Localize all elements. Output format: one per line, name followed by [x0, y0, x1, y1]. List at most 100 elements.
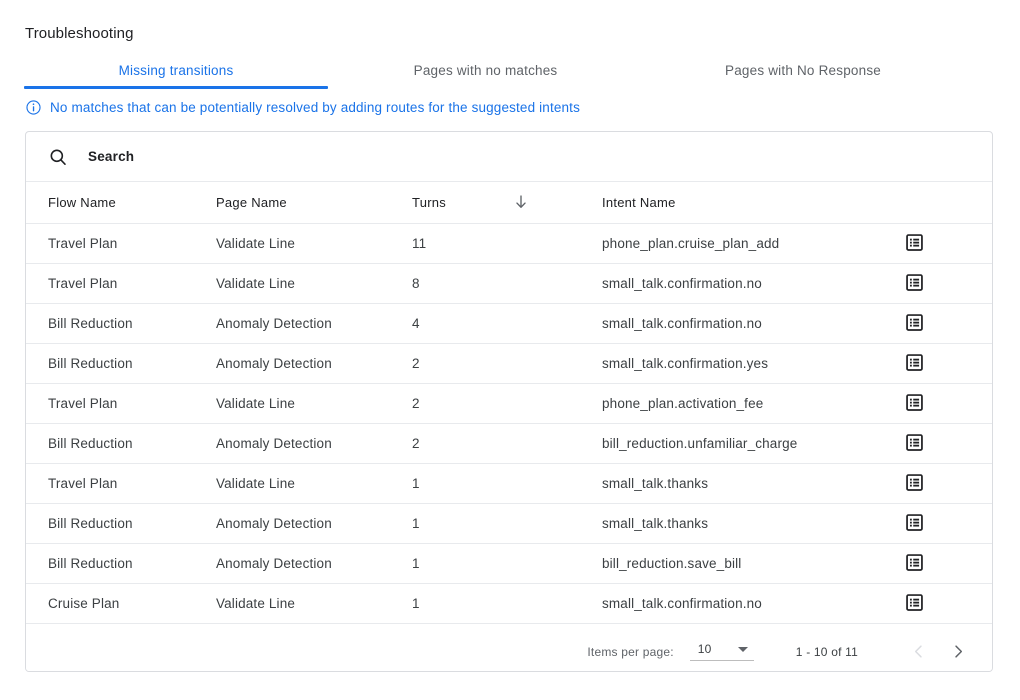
- cell-intent-name: bill_reduction.unfamiliar_charge: [602, 423, 902, 463]
- cell-intent-name: phone_plan.cruise_plan_add: [602, 223, 902, 263]
- cell-actions: [902, 423, 992, 463]
- column-header-page-name[interactable]: Page Name: [216, 182, 412, 223]
- cell-intent-name: small_talk.confirmation.no: [602, 303, 902, 343]
- cell-flow-name: Travel Plan: [26, 263, 216, 303]
- cell-actions: [902, 583, 992, 623]
- cell-intent-name: phone_plan.activation_fee: [602, 383, 902, 423]
- chevron-left-icon: [910, 643, 927, 660]
- cell-intent-name: small_talk.confirmation.no: [602, 583, 902, 623]
- cell-flow-name: Bill Reduction: [26, 423, 216, 463]
- column-header-intent-name[interactable]: Intent Name: [602, 182, 902, 223]
- cell-actions: [902, 263, 992, 303]
- cell-turns: 1: [412, 463, 602, 503]
- page-title: Troubleshooting: [25, 24, 134, 44]
- table-body: Travel PlanValidate Line11phone_plan.cru…: [26, 223, 992, 623]
- tab-label: Pages with No Response: [725, 63, 881, 78]
- cell-flow-name: Travel Plan: [26, 223, 216, 263]
- info-circle-icon: [25, 99, 42, 116]
- table-row[interactable]: Cruise PlanValidate Line1small_talk.conf…: [26, 583, 992, 623]
- column-header-actions: [902, 182, 992, 223]
- cell-turns: 2: [412, 383, 602, 423]
- items-per-page-select[interactable]: 10: [690, 642, 754, 661]
- view-details-button[interactable]: [902, 551, 926, 575]
- view-details-button[interactable]: [902, 391, 926, 415]
- view-details-button[interactable]: [902, 271, 926, 295]
- cell-page-name: Anomaly Detection: [216, 503, 412, 543]
- paginator: Items per page: 10 1 - 10 of 11: [26, 624, 992, 673]
- list-alt-icon: [905, 233, 924, 252]
- list-alt-icon: [905, 313, 924, 332]
- cell-page-name: Anomaly Detection: [216, 343, 412, 383]
- cell-page-name: Validate Line: [216, 583, 412, 623]
- table-header: Flow Name Page Name Turns: [26, 182, 992, 223]
- column-header-label: Intent Name: [602, 195, 676, 210]
- cell-page-name: Validate Line: [216, 263, 412, 303]
- cell-flow-name: Bill Reduction: [26, 303, 216, 343]
- active-tab-indicator: [24, 86, 328, 89]
- column-header-label: Turns: [412, 195, 446, 210]
- list-alt-icon: [905, 553, 924, 572]
- troubleshooting-page: Troubleshooting Missing transitions Page…: [0, 0, 1020, 700]
- list-alt-icon: [905, 273, 924, 292]
- items-per-page-label: Items per page:: [587, 645, 673, 659]
- info-banner-text: No matches that can be potentially resol…: [50, 100, 580, 115]
- cell-page-name: Anomaly Detection: [216, 303, 412, 343]
- view-details-button[interactable]: [902, 351, 926, 375]
- tab-bar: Missing transitions Pages with no matche…: [24, 54, 994, 87]
- cell-intent-name: small_talk.confirmation.no: [602, 263, 902, 303]
- table-row[interactable]: Bill ReductionAnomaly Detection4small_ta…: [26, 303, 992, 343]
- missing-transitions-table: Flow Name Page Name Turns: [26, 182, 992, 624]
- table-header-row: Flow Name Page Name Turns: [26, 182, 992, 223]
- cell-flow-name: Travel Plan: [26, 383, 216, 423]
- cell-intent-name: small_talk.thanks: [602, 503, 902, 543]
- search-input[interactable]: [88, 145, 388, 169]
- tab-pages-with-no-matches[interactable]: Pages with no matches: [328, 54, 643, 87]
- cell-turns: 1: [412, 543, 602, 583]
- cell-turns: 1: [412, 583, 602, 623]
- column-header-turns[interactable]: Turns: [412, 182, 602, 223]
- tab-label: Pages with no matches: [414, 63, 558, 78]
- cell-page-name: Anomaly Detection: [216, 543, 412, 583]
- view-details-button[interactable]: [902, 431, 926, 455]
- column-header-flow-name[interactable]: Flow Name: [26, 182, 216, 223]
- troubleshooting-card: Flow Name Page Name Turns: [25, 131, 993, 672]
- tab-pages-with-no-response[interactable]: Pages with No Response: [643, 54, 963, 87]
- view-details-button[interactable]: [902, 471, 926, 495]
- cell-page-name: Validate Line: [216, 383, 412, 423]
- table-row[interactable]: Bill ReductionAnomaly Detection1bill_red…: [26, 543, 992, 583]
- view-details-button[interactable]: [902, 511, 926, 535]
- table-row[interactable]: Bill ReductionAnomaly Detection1small_ta…: [26, 503, 992, 543]
- table-row[interactable]: Bill ReductionAnomaly Detection2small_ta…: [26, 343, 992, 383]
- view-details-button[interactable]: [902, 231, 926, 255]
- table-row[interactable]: Travel PlanValidate Line11phone_plan.cru…: [26, 223, 992, 263]
- tab-missing-transitions[interactable]: Missing transitions: [24, 54, 328, 87]
- cell-turns: 2: [412, 423, 602, 463]
- cell-intent-name: small_talk.thanks: [602, 463, 902, 503]
- table-row[interactable]: Travel PlanValidate Line8small_talk.conf…: [26, 263, 992, 303]
- cell-page-name: Anomaly Detection: [216, 423, 412, 463]
- cell-actions: [902, 383, 992, 423]
- cell-flow-name: Bill Reduction: [26, 343, 216, 383]
- previous-page-button[interactable]: [898, 632, 938, 672]
- list-alt-icon: [905, 353, 924, 372]
- table-row[interactable]: Travel PlanValidate Line1small_talk.than…: [26, 463, 992, 503]
- search-bar[interactable]: [26, 132, 992, 182]
- cell-actions: [902, 463, 992, 503]
- arrow-down-icon: [512, 193, 530, 211]
- cell-actions: [902, 223, 992, 263]
- cell-intent-name: small_talk.confirmation.yes: [602, 343, 902, 383]
- cell-flow-name: Travel Plan: [26, 463, 216, 503]
- table-row[interactable]: Travel PlanValidate Line2phone_plan.acti…: [26, 383, 992, 423]
- cell-flow-name: Cruise Plan: [26, 583, 216, 623]
- next-page-button[interactable]: [938, 632, 978, 672]
- view-details-button[interactable]: [902, 591, 926, 615]
- list-alt-icon: [905, 593, 924, 612]
- cell-turns: 2: [412, 343, 602, 383]
- items-per-page-value: 10: [698, 642, 712, 656]
- cell-page-name: Validate Line: [216, 463, 412, 503]
- view-details-button[interactable]: [902, 311, 926, 335]
- table-row[interactable]: Bill ReductionAnomaly Detection2bill_red…: [26, 423, 992, 463]
- list-alt-icon: [905, 393, 924, 412]
- cell-actions: [902, 503, 992, 543]
- tab-label: Missing transitions: [119, 63, 234, 78]
